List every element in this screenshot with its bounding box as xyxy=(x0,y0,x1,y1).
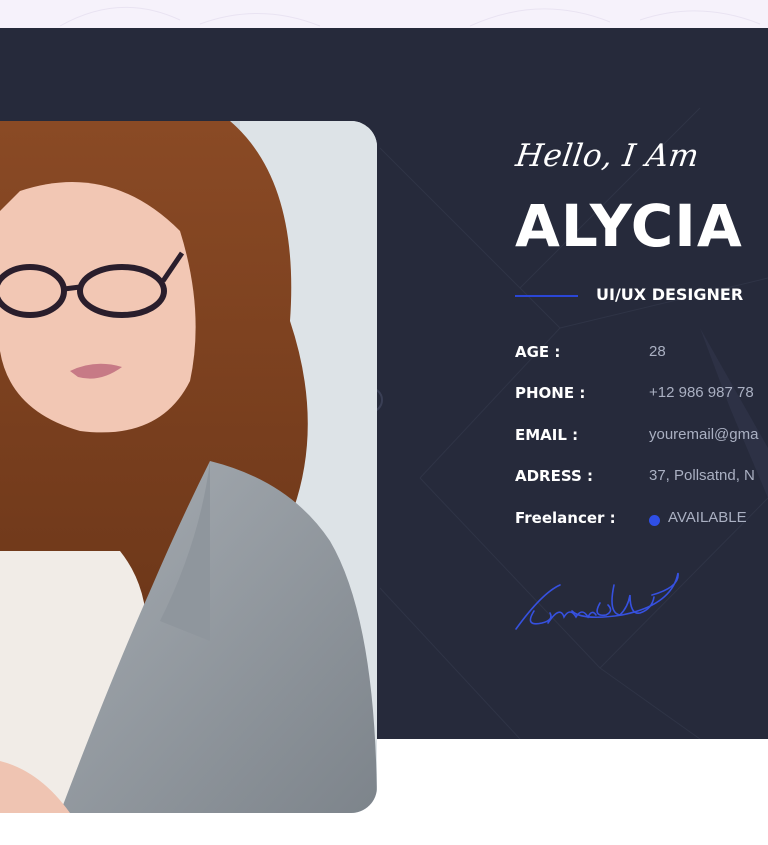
info-label: Freelancer : xyxy=(515,509,616,527)
email-value[interactable]: youremail@gma xyxy=(649,426,758,443)
profile-name: ALYCIA xyxy=(515,192,743,260)
portrait-image xyxy=(0,121,377,813)
info-row-age: AGE : 28 xyxy=(515,343,768,367)
info-value: 37, Pollsatnd, N xyxy=(649,467,755,484)
phone-value[interactable]: +12 986 987 78 xyxy=(649,384,754,401)
profile-role: UI/UX DESIGNER xyxy=(596,285,744,304)
top-strip xyxy=(0,0,768,28)
signature-image xyxy=(515,572,679,630)
role-accent-line xyxy=(515,295,578,297)
info-label: PHONE : xyxy=(515,384,586,402)
info-row-email: EMAIL : youremail@gma xyxy=(515,426,768,450)
portrait-photo xyxy=(0,121,377,813)
decorative-pattern xyxy=(59,6,761,27)
info-label: EMAIL : xyxy=(515,426,579,444)
greeting-text: Hello, I Am xyxy=(513,138,702,174)
info-row-phone: PHONE : +12 986 987 78 xyxy=(515,384,768,408)
status-dot-icon xyxy=(649,515,660,526)
status-value: AVAILABLE xyxy=(668,509,747,526)
info-row-address: ADRESS : 37, Pollsatnd, N xyxy=(515,467,768,491)
info-label: AGE : xyxy=(515,343,561,361)
info-value: 28 xyxy=(649,343,666,360)
info-row-freelancer: Freelancer : AVAILABLE xyxy=(515,509,768,533)
info-label: ADRESS : xyxy=(515,467,594,485)
